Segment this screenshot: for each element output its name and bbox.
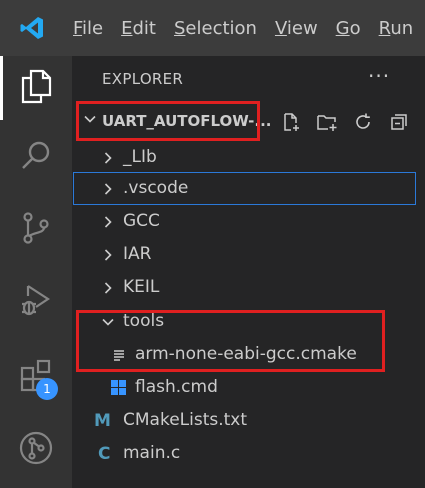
menu-edit[interactable]: Edit [112, 18, 165, 39]
menu-view[interactable]: View [266, 18, 327, 39]
chevron-right-icon [100, 238, 116, 271]
tree-folder-iar[interactable]: IAR [72, 238, 425, 271]
chevron-down-icon [82, 111, 98, 131]
collapse-all-icon[interactable] [386, 110, 412, 134]
run-debug-icon [18, 282, 54, 322]
tree-folder-gcc[interactable]: GCC [72, 205, 425, 238]
explorer-sidebar: EXPLORER ··· UART_AUTOFLOW-... _LIb .vsc… [72, 56, 425, 488]
chevron-right-icon [100, 141, 116, 174]
tree-label: main.c [123, 443, 181, 463]
menu-file[interactable]: File [64, 18, 112, 39]
cmake-m-icon: M [94, 410, 111, 431]
chevron-right-icon [100, 205, 116, 238]
chevron-down-icon [100, 305, 116, 338]
explorer-title: EXPLORER [102, 70, 184, 88]
explorer-activity-button[interactable] [0, 56, 72, 120]
tree-label: KEIL [123, 277, 160, 297]
git-graph-icon [18, 430, 54, 470]
tree-folder-vscode[interactable]: .vscode [73, 172, 416, 205]
tree-folder-keil[interactable]: KEIL [72, 271, 425, 304]
more-actions-button[interactable]: ··· [368, 64, 390, 88]
tree-label: _LIb [123, 147, 157, 167]
file-lines-icon [112, 338, 126, 371]
source-control-icon [19, 211, 53, 249]
tree-file-main-c[interactable]: C main.c [72, 437, 425, 470]
activity-bar: 1 [0, 56, 72, 488]
extensions-badge: 1 [36, 378, 58, 400]
tree-label: GCC [123, 211, 160, 231]
tree-file-arm-cmake[interactable]: arm-none-eabi-gcc.cmake [72, 338, 425, 371]
tree-file-cmakelists[interactable]: M CMakeLists.txt [72, 404, 425, 437]
chevron-right-icon [100, 271, 116, 304]
tree-label: tools [123, 311, 165, 331]
run-debug-activity-button[interactable] [0, 270, 72, 334]
tree-label: .vscode [123, 178, 189, 198]
workspace-folder-header[interactable]: UART_AUTOFLOW-... [72, 104, 425, 138]
git-graph-activity-button[interactable] [0, 418, 72, 482]
new-file-icon[interactable] [278, 110, 304, 134]
tree-folder-tools[interactable]: tools [72, 305, 425, 338]
new-folder-icon[interactable] [314, 110, 340, 134]
menu-selection[interactable]: Selection [165, 18, 266, 39]
tree-file-flash-cmd[interactable]: flash.cmd [72, 371, 425, 404]
tree-label: arm-none-eabi-gcc.cmake [135, 344, 357, 364]
chevron-right-icon [100, 172, 116, 205]
extensions-activity-button[interactable]: 1 [0, 346, 72, 410]
workspace-folder-name: UART_AUTOFLOW-... [102, 112, 272, 130]
tree-folder-lib[interactable]: _LIb [72, 141, 425, 174]
vscode-logo-icon[interactable] [0, 0, 64, 56]
menu-go[interactable]: Go [327, 18, 370, 39]
menu-bar: File Edit Selection View Go Run [0, 0, 425, 56]
files-icon [19, 68, 53, 108]
menu-run[interactable]: Run [370, 18, 423, 39]
refresh-icon[interactable] [350, 110, 376, 134]
folder-header-actions [278, 110, 412, 134]
tree-label: flash.cmd [135, 377, 218, 397]
search-icon [19, 139, 53, 177]
tree-label: IAR [123, 244, 152, 264]
source-control-activity-button[interactable] [0, 198, 72, 262]
search-activity-button[interactable] [0, 126, 72, 190]
tree-label: CMakeLists.txt [123, 410, 248, 430]
windows-icon [110, 371, 127, 404]
c-file-icon: C [98, 443, 111, 464]
